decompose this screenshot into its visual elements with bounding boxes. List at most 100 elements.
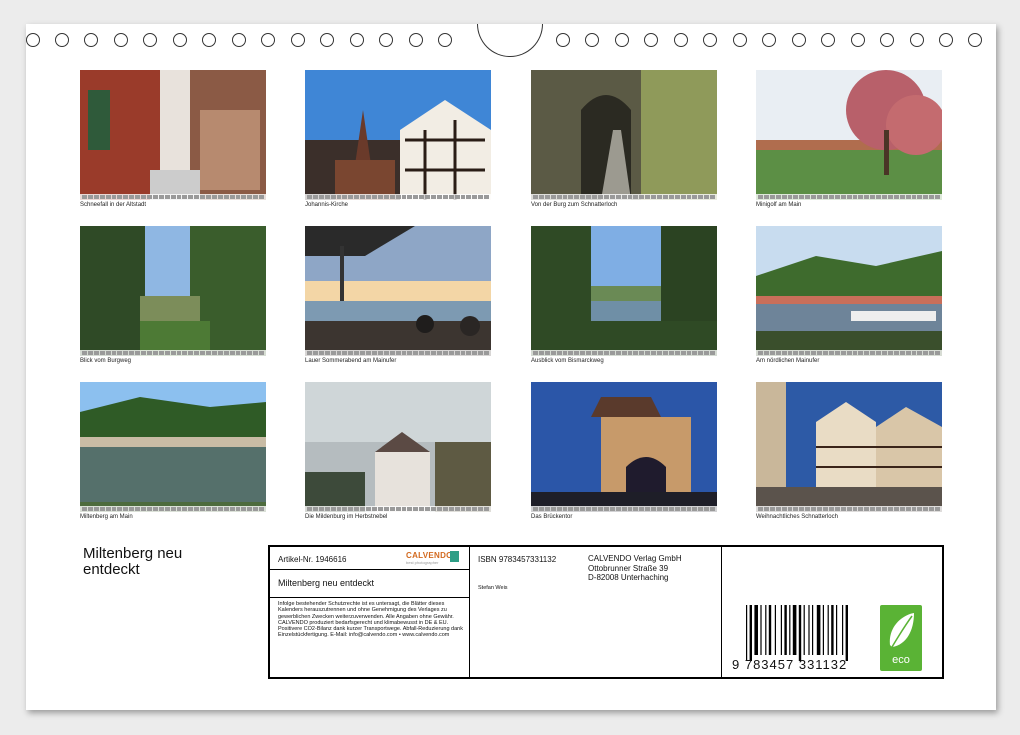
mini-calendar-strip (305, 194, 491, 200)
photo (756, 70, 942, 200)
photo (80, 382, 266, 512)
photo-caption: Schneefall in der Altstadt (80, 202, 147, 208)
divider (270, 569, 469, 570)
publisher-city: D-82008 Unterhaching (588, 573, 669, 582)
legal-text: Infolge bestehender Schutzrechte ist es … (278, 601, 463, 639)
binding-hole (350, 33, 364, 47)
binding-hole (910, 33, 924, 47)
publisher-column: ISBN 9783457331132 CALVENDO Verlag GmbH … (470, 547, 722, 677)
photo-caption: Von der Burg zum Schnatterloch (531, 202, 618, 208)
binding-hole (291, 33, 305, 47)
binding-hole (733, 33, 747, 47)
publisher-address: CALVENDO Verlag GmbH Ottobrunner Straße … (588, 554, 682, 583)
photo-caption: Ausblick vom Bismarckweg (531, 358, 604, 364)
photo-card: Minigolf am Main (756, 70, 942, 208)
photo-caption: Weihnachtliches Schnatterloch (756, 514, 838, 520)
binding-hole (55, 33, 69, 47)
eco-badge: eco (880, 605, 922, 671)
photo-caption: Miltenberg am Main (80, 514, 133, 520)
photo-card: Ausblick vom Bismarckweg (531, 226, 717, 364)
info-calendar-title: Miltenberg neu entdeckt (278, 578, 375, 588)
mini-calendar-strip (305, 350, 491, 356)
mini-calendar-strip (531, 350, 717, 356)
mini-calendar-strip (756, 350, 942, 356)
binding-hole (556, 33, 570, 47)
photo-card: Am nördlichen Mainufer (756, 226, 942, 364)
mini-calendar-strip (756, 194, 942, 200)
mini-calendar-strip (756, 506, 942, 512)
binding-hole (261, 33, 275, 47)
binding-hole (880, 33, 894, 47)
binding-hole (320, 33, 334, 47)
barcode-number: 9 783457 331132 (732, 657, 848, 672)
photo (305, 226, 491, 356)
binding-hole (851, 33, 865, 47)
mini-calendar-strip (80, 506, 266, 512)
binding-hole (232, 33, 246, 47)
leaf-icon: eco (889, 613, 914, 666)
photo-card: Johannis-Kirche (305, 70, 491, 208)
binding-hole (939, 33, 953, 47)
calvendo-logo: CALVENDO (406, 551, 453, 560)
article-number: Artikel-Nr. 1946616 (278, 555, 347, 564)
photo-card: Schneefall in der Altstadt (80, 70, 266, 208)
binding-hole (409, 33, 423, 47)
photo-card: Weihnachtliches Schnatterloch (756, 382, 942, 520)
divider (270, 597, 469, 598)
publisher-street: Ottobrunner Straße 39 (588, 563, 669, 573)
binding-hole (173, 33, 187, 47)
binding-hole (792, 33, 806, 47)
photo (80, 226, 266, 356)
binding-hole (84, 33, 98, 47)
calendar-title: Miltenberg neu entdeckt (83, 545, 183, 578)
photo-card: Das Brückentor (531, 382, 717, 520)
photo-card: Von der Burg zum Schnatterloch (531, 70, 717, 208)
photo-caption: Das Brückentor (531, 514, 573, 520)
photo (756, 382, 942, 512)
photo-card: Lauer Sommerabend am Mainufer (305, 226, 491, 364)
binding-hole (114, 33, 128, 47)
photo (305, 382, 491, 512)
photo-caption: Minigolf am Main (756, 202, 802, 208)
photo-card: Miltenberg am Main (80, 382, 266, 520)
mini-calendar-strip (531, 506, 717, 512)
binding-hole (143, 33, 157, 47)
photo (531, 382, 717, 512)
binding-hole (968, 33, 982, 47)
binding-hole (202, 33, 216, 47)
author: Stefan Weis (478, 585, 508, 591)
binding-hole (703, 33, 717, 47)
binding-hole (762, 33, 776, 47)
mini-calendar-strip (305, 506, 491, 512)
binding-hole (438, 33, 452, 47)
photo-caption: Am nördlichen Mainufer (756, 358, 820, 364)
eco-label: eco (892, 654, 910, 666)
binding-hole (615, 33, 629, 47)
photo (756, 226, 942, 356)
binding-hole (674, 33, 688, 47)
photo-caption: Die Mildenburg im Herbstnebel (305, 514, 388, 520)
calvendo-tagline: best photographer (406, 560, 439, 565)
binding-hole (585, 33, 599, 47)
binding-hole (644, 33, 658, 47)
photo-card: Die Mildenburg im Herbstnebel (305, 382, 491, 520)
photo-card: Blick vom Burgweg (80, 226, 266, 364)
binding-hole (821, 33, 835, 47)
mini-calendar-strip (80, 350, 266, 356)
photo (305, 70, 491, 200)
barcode (746, 605, 848, 661)
isbn: ISBN 9783457331132 (478, 555, 557, 564)
publisher-name: CALVENDO Verlag GmbH (588, 554, 682, 563)
binding-hole (379, 33, 393, 47)
photo (531, 70, 717, 200)
photo-caption: Johannis-Kirche (305, 202, 349, 208)
mini-calendar-strip (80, 194, 266, 200)
binding-hole (26, 33, 40, 47)
article-column: Artikel-Nr. 1946616 CALVENDO best photog… (270, 547, 470, 677)
photo-caption: Blick vom Burgweg (80, 358, 132, 364)
calvendo-mark-icon (450, 551, 459, 562)
photo (531, 226, 717, 356)
photo (80, 70, 266, 200)
mini-calendar-strip (531, 194, 717, 200)
photo-caption: Lauer Sommerabend am Mainufer (305, 358, 397, 364)
